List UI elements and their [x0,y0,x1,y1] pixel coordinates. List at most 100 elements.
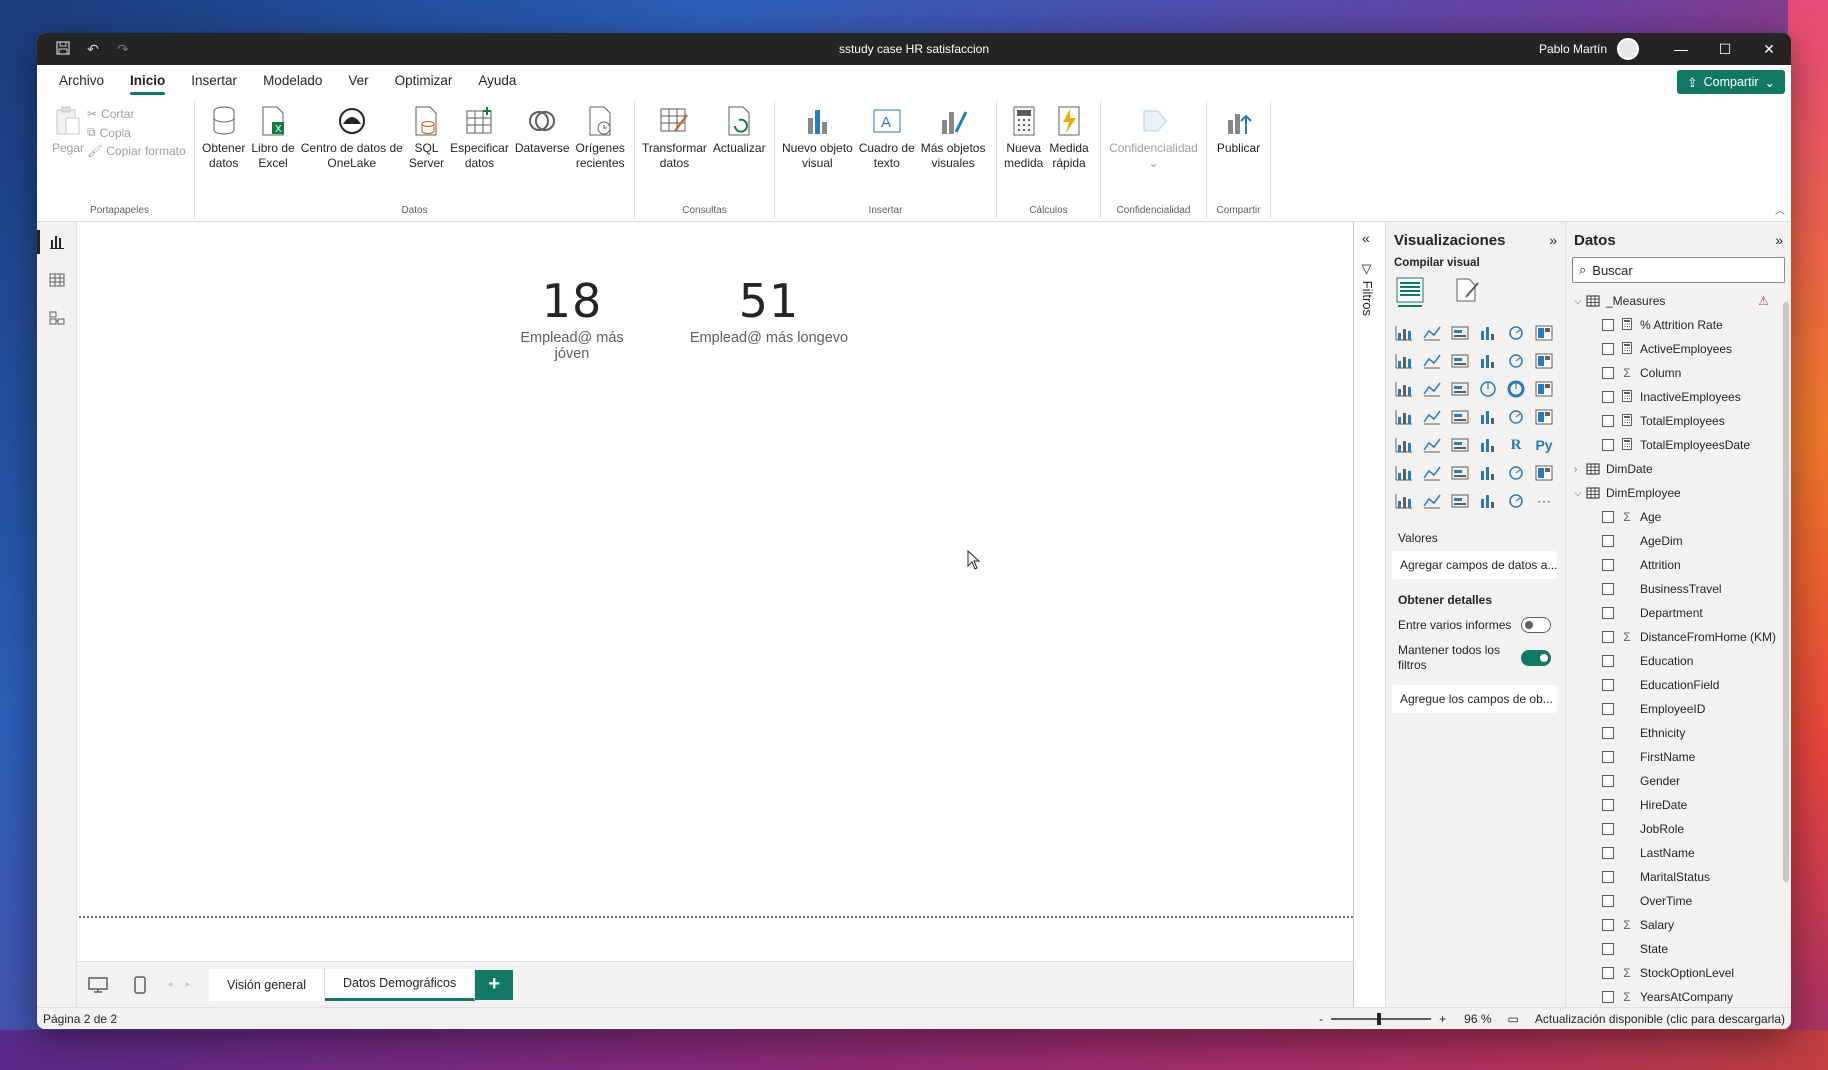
100-bar-icon[interactable] [1504,321,1528,345]
metrics-icon[interactable] [1504,461,1528,485]
field-checkbox[interactable] [1602,823,1614,835]
menu-inicio[interactable]: Inicio [130,65,166,97]
power-apps-diamond-icon[interactable] [1476,489,1500,513]
field-checkbox[interactable] [1602,655,1614,667]
field-checkbox[interactable] [1602,991,1614,1003]
onelake-button[interactable]: Centro de datos de OneLake [298,101,406,218]
paginated-report-icon[interactable] [1532,461,1556,485]
table-view-icon[interactable] [47,270,67,290]
cross-report-toggle[interactable] [1521,617,1551,633]
filled-map-icon[interactable] [1420,405,1444,429]
field-item[interactable]: Department [1566,601,1791,625]
gauge-icon[interactable] [1476,405,1500,429]
field-item[interactable]: % Attrition Rate [1566,313,1791,337]
field-item[interactable]: FirstName [1566,745,1791,769]
stacked-column-icon[interactable] [1420,321,1444,345]
treemap-icon[interactable] [1532,377,1556,401]
field-checkbox[interactable] [1602,391,1614,403]
refresh-button[interactable]: Actualizar [710,101,769,218]
quick-measure-button[interactable]: Medida rápida [1046,101,1091,218]
field-checkbox[interactable] [1602,943,1614,955]
report-view-icon[interactable] [37,230,67,254]
field-item[interactable]: Ethnicity [1566,721,1791,745]
field-item[interactable]: HireDate [1566,793,1791,817]
table-node[interactable]: › DimDate [1566,457,1791,481]
field-item[interactable]: TotalEmployeesDate [1566,433,1791,457]
multirow-card-icon[interactable] [1532,405,1556,429]
field-checkbox[interactable] [1602,367,1614,379]
chevron-up-icon[interactable]: ︿ [1775,202,1785,217]
scatter-icon[interactable] [1448,377,1472,401]
menu-insertar[interactable]: Insertar [191,65,237,97]
cut-button[interactable]: ✂ Cortar [87,107,186,121]
ribbon-chart-icon[interactable] [1532,349,1556,373]
field-checkbox[interactable] [1602,343,1614,355]
field-checkbox[interactable] [1602,847,1614,859]
donut-icon[interactable] [1504,377,1528,401]
clustered-column-icon[interactable] [1476,321,1500,345]
card-icon[interactable] [1504,405,1528,429]
field-checkbox[interactable] [1602,319,1614,331]
redo-icon[interactable]: ↷ [115,41,131,57]
chevron-down-icon[interactable]: ⌵ [1566,488,1582,499]
undo-icon[interactable]: ↶ [85,41,101,57]
paste-button[interactable]: Pegar [49,101,87,218]
expand-filters-icon[interactable]: « [1362,230,1370,246]
save-icon[interactable] [55,41,71,57]
format-visual-icon[interactable] [1454,277,1482,303]
fit-page-icon[interactable]: ▭ [1508,1012,1519,1026]
values-well[interactable]: Agregar campos de datos a... [1392,551,1557,579]
user-name[interactable]: Pablo Martín [1539,42,1607,56]
line-column-icon[interactable] [1476,349,1500,373]
decomposition-tree-icon[interactable] [1420,461,1444,485]
funnel-icon[interactable] [1420,377,1444,401]
field-item[interactable]: BusinessTravel [1566,577,1791,601]
field-checkbox[interactable] [1602,919,1614,931]
map-icon[interactable] [1392,405,1416,429]
scrollbar[interactable] [1783,302,1789,882]
sensitivity-button[interactable]: Confidencialidad ⌄ [1105,101,1202,218]
r-visual-icon[interactable]: R [1504,433,1528,457]
next-page-icon[interactable]: ▸ [179,979,197,990]
filters-pane-collapsed[interactable]: « ▽ Filtros [1354,222,1386,1007]
share-button[interactable]: ⇪ Compartir ⌄ [1677,70,1785,94]
area-chart-icon[interactable] [1420,349,1444,373]
menu-ver[interactable]: Ver [348,65,368,97]
field-item[interactable]: InactiveEmployees [1566,385,1791,409]
matrix-icon[interactable] [1476,433,1500,457]
page-tab-datos-demograficos[interactable]: Datos Demográficos [325,968,476,1001]
excel-button[interactable]: X Libro de Excel [248,101,297,218]
enter-data-button[interactable]: Especificar datos [447,101,512,218]
collapse-data-pane-icon[interactable]: » [1775,232,1783,248]
field-checkbox[interactable] [1602,799,1614,811]
field-item[interactable]: Σ Salary [1566,913,1791,937]
field-checkbox[interactable] [1602,871,1614,883]
field-checkbox[interactable] [1602,967,1614,979]
chevron-icon[interactable] [1504,489,1528,513]
maximize-icon[interactable]: ☐ [1703,33,1747,65]
drillthrough-well[interactable]: Agregue los campos de ob... [1392,685,1557,713]
table-node[interactable]: ⌵ DimEmployee [1566,481,1791,505]
kpi-icon[interactable] [1392,433,1416,457]
field-checkbox[interactable] [1602,631,1614,643]
transform-data-button[interactable]: Transformar datos [639,101,710,218]
pie-icon[interactable] [1476,377,1500,401]
field-item[interactable]: Σ Column [1566,361,1791,385]
stacked-bar-icon[interactable] [1392,321,1416,345]
line-chart-icon[interactable] [1392,349,1416,373]
field-checkbox[interactable] [1602,751,1614,763]
zoom-in-button[interactable]: + [1439,1012,1446,1026]
chevron-down-icon[interactable]: ⌵ [1566,296,1582,307]
zoom-slider[interactable] [1331,1012,1432,1025]
collapse-pane-icon[interactable]: » [1549,232,1557,248]
report-canvas[interactable]: 18 Emplead@ más jóven 51 Emplead@ más lo… [77,222,1354,1007]
field-checkbox[interactable] [1602,559,1614,571]
mobile-layout-icon[interactable] [119,975,161,994]
get-data-button[interactable]: Obtener datos [199,101,248,218]
field-item[interactable]: Attrition [1566,553,1791,577]
power-apps-icon[interactable] [1392,489,1416,513]
field-item[interactable]: Σ YearsAtCompany [1566,985,1791,1009]
search-input[interactable]: ⌕ Buscar [1572,257,1785,283]
new-measure-button[interactable]: Nueva medida [1001,101,1046,218]
field-item[interactable]: Σ Age [1566,505,1791,529]
